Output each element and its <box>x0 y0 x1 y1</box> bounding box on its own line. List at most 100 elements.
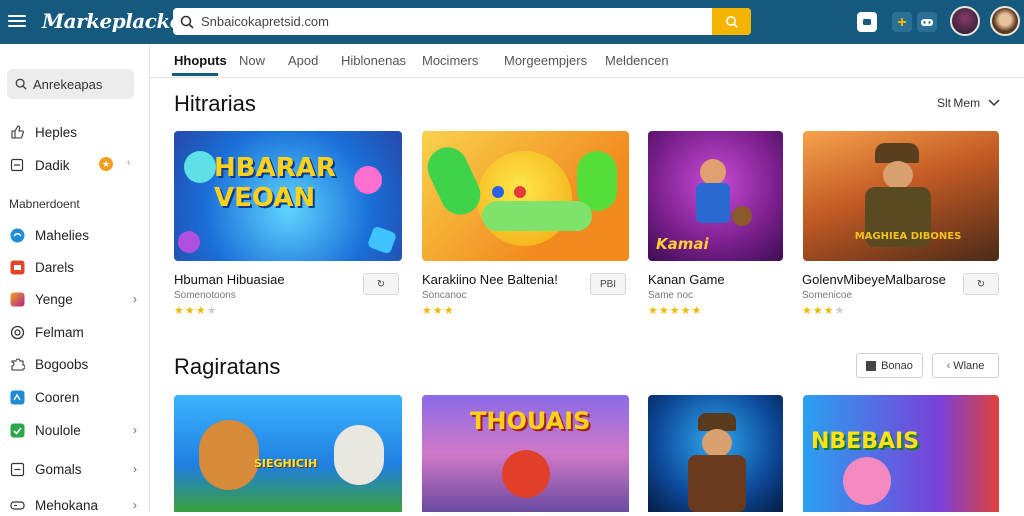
star-badge-icon: ★ <box>99 157 113 171</box>
tab-hhoputs[interactable]: Hhoputs <box>174 53 227 68</box>
game-thumbnail[interactable]: NBEBAIS <box>803 395 999 512</box>
refresh-button[interactable]: ↻ <box>363 273 399 295</box>
star-rating: ★★★★★ <box>648 305 703 317</box>
game-thumbnail[interactable]: HBARAR VEOAN <box>174 131 402 261</box>
gamepad-icon <box>9 497 25 513</box>
sidebar-item-label: Gomals <box>35 461 82 477</box>
sidebar-item-darels[interactable]: Darels <box>9 256 141 278</box>
sidebar-item-bogoobs[interactable]: Bogoobs <box>9 353 141 375</box>
sidebar-item-noulole[interactable]: Noulole › <box>9 419 141 441</box>
tab-mocimers[interactable]: Mocimers <box>422 53 478 68</box>
box-icon <box>9 461 25 477</box>
sidebar-item-label: Cooren <box>35 389 80 405</box>
card-subtitle: Somenicoe <box>802 290 853 301</box>
game-art-title: HBARAR VEOAN <box>214 153 336 213</box>
chevron-down-icon <box>988 96 1000 110</box>
sidebar-heading: Mabnerdoent <box>9 197 80 211</box>
search-button[interactable] <box>712 8 751 35</box>
thumbs-up-icon <box>9 124 25 140</box>
game-art-title: MAGHIEA DIBONES <box>854 231 962 242</box>
green-check-icon <box>9 422 25 438</box>
game-thumbnail[interactable]: MAGHIEA DIBONES <box>803 131 999 261</box>
card-subtitle: Same noc <box>648 290 694 301</box>
tab-morgeempjers[interactable]: Morgeempjers <box>504 53 587 68</box>
view-button-label: Wlane <box>953 359 985 372</box>
sidebar-item-label: Mahelies <box>35 227 90 243</box>
tools-icon[interactable] <box>892 12 912 32</box>
sidebar-item-cooren[interactable]: Cooren <box>9 386 141 408</box>
sidebar-item-gomals[interactable]: Gomals › <box>9 458 141 480</box>
card-title[interactable]: Hbuman Hibuasiae <box>174 272 285 287</box>
action-button[interactable]: PBI <box>590 273 626 295</box>
game-thumbnail[interactable]: THOUAIS <box>422 395 629 512</box>
profile-avatar[interactable] <box>990 6 1020 36</box>
card-title[interactable]: GolenvMibeyeMalbarose <box>802 272 946 287</box>
sort-dropdown[interactable]: Slt Mem <box>937 96 1000 110</box>
star-rating: ★★★★ <box>174 305 218 317</box>
sidebar-item-label: Bogoobs <box>35 356 89 372</box>
sidebar-item-label: Heples <box>35 124 78 140</box>
chevron-right-icon: › <box>133 292 137 306</box>
tab-now[interactable]: Now <box>239 53 265 68</box>
filter-button-label: Bonao <box>881 359 913 372</box>
card-subtitle: Somenotoons <box>174 290 236 301</box>
puzzle-icon <box>9 356 25 372</box>
category-tabs: Hhoputs Now Apod Hiblonenas Mocimers Mor… <box>150 44 1024 78</box>
game-art-title: SIEGHICIH <box>254 457 318 470</box>
game-art-title: THOUAIS <box>470 407 591 435</box>
sidebar-item-label: Mehokana <box>35 497 99 513</box>
search-input[interactable] <box>201 14 712 29</box>
search-icon <box>15 78 27 90</box>
small-chevron-icon: ‹ <box>127 157 131 168</box>
gradient-square-icon <box>9 291 25 307</box>
hamburger-menu-icon[interactable] <box>8 12 26 30</box>
square-icon <box>9 157 25 173</box>
game-thumbnail[interactable] <box>422 131 629 261</box>
refresh-button[interactable]: ↻ <box>963 273 999 295</box>
red-square-icon <box>9 259 25 275</box>
sidebar-search[interactable]: Anrekeapas <box>7 69 134 99</box>
chevron-left-icon: ‹ <box>946 359 951 372</box>
sidebar-item-yenge[interactable]: Yenge › <box>9 288 141 310</box>
blue-square-icon <box>9 389 25 405</box>
app-logo[interactable]: Markeplacke <box>42 9 183 33</box>
sidebar-item-label: Darels <box>35 259 75 275</box>
search-bar[interactable] <box>173 8 751 35</box>
section-title: Hitrarias <box>174 91 256 116</box>
tab-apod[interactable]: Apod <box>288 53 318 68</box>
search-icon <box>173 8 201 35</box>
sidebar-item-mahelies[interactable]: Mahelies <box>9 224 141 246</box>
sort-label: Slt Mem <box>937 96 981 110</box>
game-thumbnail[interactable]: Kamai <box>648 131 783 261</box>
sidebar-item-dadik[interactable]: Dadik <box>9 154 141 176</box>
ring-icon <box>9 324 25 340</box>
star-rating: ★★★★ <box>802 305 846 317</box>
gamepad-icon[interactable] <box>917 12 937 32</box>
game-thumbnail[interactable]: SIEGHICIH <box>174 395 402 512</box>
sidebar-item-heples[interactable]: Heples <box>9 121 141 143</box>
square-icon <box>866 360 877 371</box>
sidebar-item-label: Yenge <box>35 291 73 307</box>
sidebar-item-label: Felmam <box>35 324 84 340</box>
tab-meldencen[interactable]: Meldencen <box>605 53 669 68</box>
user-avatar[interactable] <box>950 6 980 36</box>
chat-icon[interactable] <box>857 12 877 32</box>
card-title[interactable]: Karakiino Nee Baltenia! <box>422 272 558 287</box>
filter-button[interactable]: Bonao <box>856 353 923 378</box>
card-title[interactable]: Kanan Game <box>648 272 725 287</box>
chevron-right-icon: › <box>133 423 137 437</box>
top-bar: Markeplacke <box>0 0 1024 44</box>
sidebar-item-mehokana[interactable]: Mehokana › <box>9 494 141 516</box>
game-thumbnail[interactable] <box>648 395 783 512</box>
sidebar-item-felmam[interactable]: Felmam <box>9 321 141 343</box>
tab-hiblonenas[interactable]: Hiblonenas <box>341 53 406 68</box>
star-rating: ★★★ <box>422 305 455 317</box>
chevron-right-icon: › <box>133 498 137 512</box>
sidebar-search-label: Anrekeapas <box>33 76 103 92</box>
blue-circle-icon <box>9 227 25 243</box>
chevron-right-icon: › <box>133 462 137 476</box>
active-tab-indicator <box>172 73 218 76</box>
card-subtitle: Soncanoc <box>422 290 467 301</box>
view-button[interactable]: ‹ Wlane <box>932 353 999 378</box>
sidebar-item-label: Noulole <box>35 422 81 438</box>
